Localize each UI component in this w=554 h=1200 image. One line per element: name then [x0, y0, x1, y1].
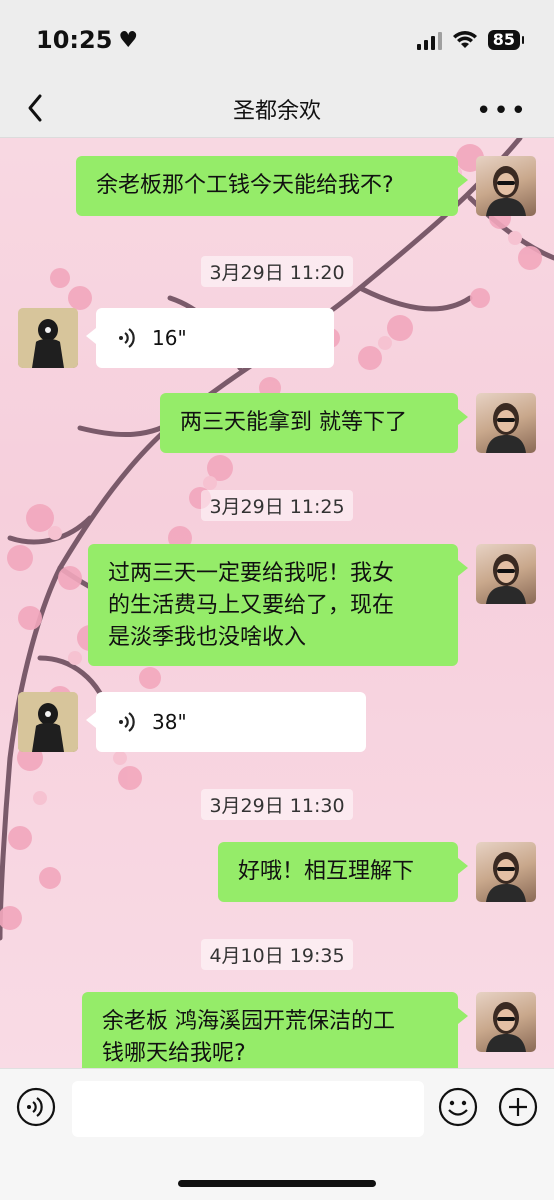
plus-icon[interactable]: [498, 1087, 538, 1127]
message-text-line: 钱哪天给我呢?: [102, 1041, 246, 1066]
avatar-self-image: [486, 166, 526, 216]
timestamp-text: 4月10日 19:35: [201, 939, 353, 970]
avatar-self[interactable]: [476, 544, 536, 604]
timestamp-text: 3月29日 11:25: [201, 490, 353, 521]
battery-level: 85: [492, 30, 515, 49]
avatar-self[interactable]: [476, 992, 536, 1052]
heart-icon: ♥: [118, 27, 139, 53]
message-input[interactable]: [72, 1081, 424, 1137]
message-bubble[interactable]: 余老板那个工钱今天能给我不?: [76, 156, 468, 216]
wifi-icon: [452, 31, 477, 48]
voice-wave-icon: [119, 712, 135, 732]
voice-duration: 16": [152, 326, 187, 350]
message-text-line: 余老板 鸿海溪园开荒保洁的工: [102, 1009, 395, 1034]
avatar-self-image: [486, 1002, 526, 1052]
voice-message[interactable]: 38": [86, 692, 366, 752]
avatar-contact-image: [18, 308, 78, 368]
status-time: 10:25 ♥: [36, 26, 138, 54]
voice-duration: 38": [152, 710, 187, 734]
message-bubble[interactable]: 好哦！相互理解下: [218, 842, 468, 902]
avatar-self-image: [486, 852, 526, 902]
timestamp: 4月10日 19:35: [0, 939, 554, 970]
message-bubble[interactable]: 余老板 鸿海溪园开荒保洁的工 钱哪天给我呢?: [82, 992, 468, 1068]
chat-area[interactable]: 余老板那个工钱今天能给我不? 3月29日 11:20 16" 两三天能拿到 就等…: [0, 138, 554, 1068]
avatar-self-image: [486, 403, 526, 453]
timestamp: 3月29日 11:30: [0, 789, 554, 820]
message-bubble[interactable]: 两三天能拿到 就等下了: [160, 393, 468, 453]
battery-icon: 85: [487, 30, 525, 50]
timestamp-text: 3月29日 11:30: [201, 789, 353, 820]
voice-wave-icon: [119, 328, 135, 348]
avatar-self[interactable]: [476, 156, 536, 216]
signal-icon: [416, 30, 442, 50]
voice-message[interactable]: 16": [86, 308, 334, 368]
status-bar: 10:25 ♥ 85: [0, 0, 554, 80]
message-text: 好哦！相互理解下: [238, 859, 415, 884]
avatar-contact-image: [18, 692, 78, 752]
status-icons: 85: [416, 30, 525, 50]
voice-icon[interactable]: [16, 1087, 56, 1127]
more-icon[interactable]: •••: [476, 96, 528, 126]
avatar-contact[interactable]: [18, 308, 78, 368]
timestamp: 3月29日 11:20: [0, 256, 554, 287]
avatar-contact[interactable]: [18, 692, 78, 752]
avatar-self[interactable]: [476, 842, 536, 902]
home-indicator: [178, 1180, 376, 1187]
nav-bar: 圣都余欢 •••: [0, 80, 554, 138]
status-time-text: 10:25: [36, 26, 113, 54]
message-text-line: 的生活费马上又要给了，现在: [108, 593, 395, 618]
back-icon[interactable]: [22, 92, 50, 124]
message-text: 两三天能拿到 就等下了: [180, 410, 407, 435]
avatar-self-image: [486, 554, 526, 604]
timestamp-text: 3月29日 11:20: [201, 256, 353, 287]
timestamp: 3月29日 11:25: [0, 490, 554, 521]
chat-title: 圣都余欢: [232, 98, 321, 124]
message-text: 余老板那个工钱今天能给我不?: [96, 173, 394, 198]
message-bubble[interactable]: 过两三天一定要给我呢！我女 的生活费马上又要给了，现在 是淡季我也没啥收入: [88, 544, 468, 666]
message-text-line: 是淡季我也没啥收入: [108, 625, 307, 650]
message-text-line: 过两三天一定要给我呢！我女: [108, 561, 395, 586]
avatar-self[interactable]: [476, 393, 536, 453]
emoji-icon[interactable]: [438, 1087, 478, 1127]
